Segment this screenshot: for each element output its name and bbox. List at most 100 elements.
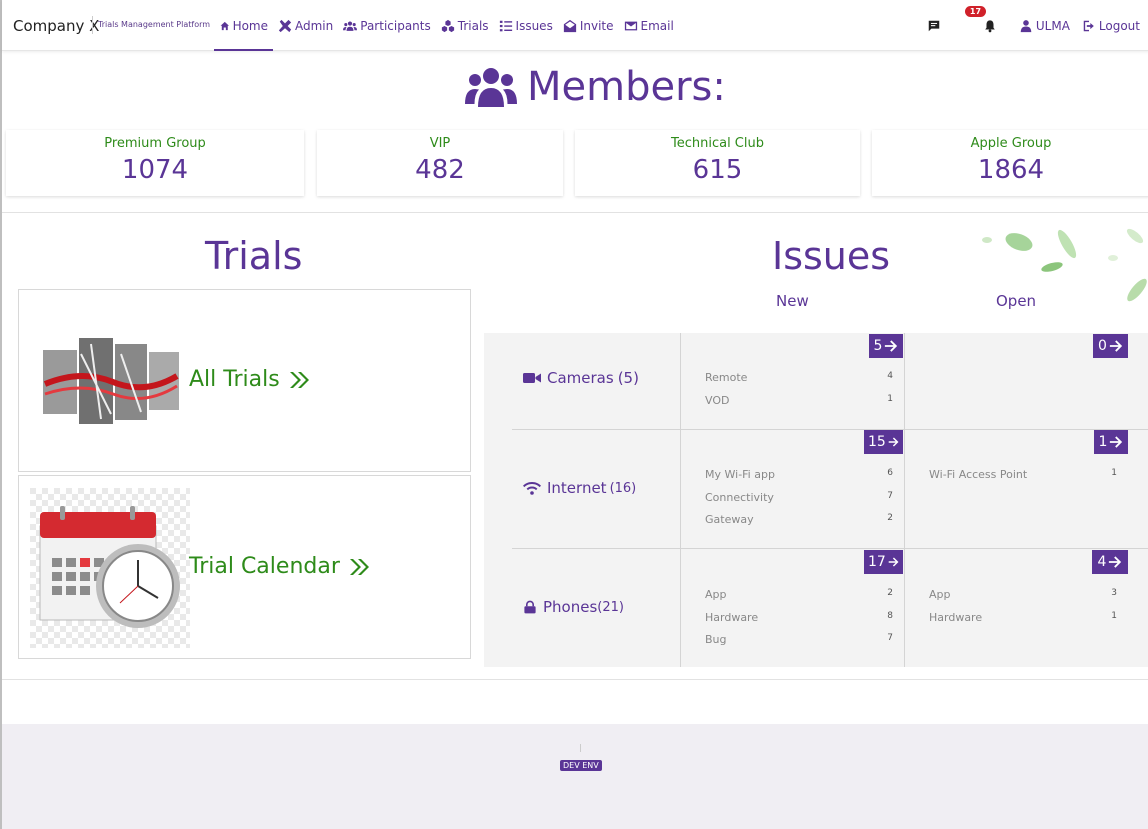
brand-name[interactable]: Company X <box>13 17 99 35</box>
notifications-badge: 17 <box>964 5 987 17</box>
all-trials-link[interactable]: All Trials <box>189 367 310 392</box>
issue-label: Bug <box>705 633 727 646</box>
main-nav: Home Admin Participants Trials Issues In… <box>214 0 679 51</box>
trial-calendar-card[interactable]: Trial Calendar <box>18 475 471 659</box>
environment-badge: DEV ENV <box>560 760 602 771</box>
row-divider <box>512 429 1148 430</box>
issue-label: My Wi-Fi app <box>705 468 775 481</box>
open-issues-button[interactable]: 0 <box>1093 334 1128 358</box>
member-card-label: VIP <box>429 136 451 151</box>
messages-button[interactable] <box>927 19 941 33</box>
category-internet[interactable]: Internet (16) <box>522 479 636 497</box>
video-camera-icon <box>523 373 541 383</box>
member-card-label: Apple Group <box>970 136 1052 151</box>
all-trials-card[interactable]: All Trials <box>18 289 471 472</box>
issue-row[interactable]: Gateway 2 <box>705 513 893 536</box>
issues-heading: Issues <box>772 234 891 278</box>
nav-issues-label: Issues <box>515 18 553 33</box>
new-issues-button[interactable]: 17 <box>864 550 903 574</box>
all-trials-label: All Trials <box>189 367 280 392</box>
member-card-value: 615 <box>692 155 743 185</box>
issue-row[interactable]: Wi-Fi Access Point 1 <box>929 468 1117 491</box>
issue-row[interactable]: VOD 1 <box>705 394 893 417</box>
open-issues-button[interactable]: 4 <box>1092 550 1128 574</box>
home-icon <box>220 21 229 30</box>
nav-admin[interactable]: Admin <box>273 0 338 51</box>
issue-row[interactable]: App 3 <box>929 588 1117 611</box>
new-issues-button[interactable]: 5 <box>869 334 903 358</box>
member-card-label: Premium Group <box>104 136 206 151</box>
member-card-technical[interactable]: Technical Club 615 <box>575 130 860 196</box>
issue-count: 1 <box>887 393 893 404</box>
user-icon <box>1020 19 1032 32</box>
issue-count: 2 <box>887 513 893 523</box>
member-card-vip[interactable]: VIP 482 <box>317 130 563 196</box>
category-count: (16) <box>609 480 637 496</box>
issue-row[interactable]: Bug 7 <box>705 633 893 656</box>
nav-trials[interactable]: Trials <box>436 0 494 51</box>
brand-subtitle: Trials Management Platform <box>98 20 211 29</box>
open-total: 1 <box>1098 434 1108 450</box>
arrow-right-icon <box>885 340 898 352</box>
member-card-value: 1864 <box>977 155 1045 185</box>
issue-label: Hardware <box>929 610 983 624</box>
issues-panel: Cameras (5) 5 0 Remote 4 VOD 1 Internet (1… <box>484 333 1148 667</box>
issue-row[interactable]: Connectivity 7 <box>705 491 893 514</box>
nav-participants[interactable]: Participants <box>338 0 436 51</box>
members-title: Members: <box>527 64 726 110</box>
category-name: Phones <box>543 598 598 616</box>
logout-button[interactable]: Logout <box>1082 19 1140 33</box>
issue-row[interactable]: App 2 <box>705 588 893 611</box>
issue-count: 4 <box>887 371 893 381</box>
open-issues-button[interactable]: 1 <box>1094 430 1128 454</box>
double-chevron-right-icon <box>349 558 369 575</box>
issue-label: VOD <box>705 393 730 407</box>
issue-row[interactable]: Remote 4 <box>705 371 893 394</box>
brand-divider <box>92 16 93 34</box>
top-navbar: Company X Trials Management Platform Hom… <box>2 0 1148 51</box>
nav-email[interactable]: Email <box>619 0 679 51</box>
issue-label: Wi-Fi Access Point <box>929 468 1028 481</box>
nav-trials-label: Trials <box>457 18 489 33</box>
footer: DEV ENV <box>2 724 1148 829</box>
open-total: 0 <box>1098 338 1107 354</box>
nav-admin-label: Admin <box>295 18 334 33</box>
nav-invite[interactable]: Invite <box>558 0 619 51</box>
issue-row[interactable]: My Wi-Fi app 6 <box>705 468 893 491</box>
tools-icon <box>278 19 292 32</box>
new-issues-button[interactable]: 15 <box>864 430 903 454</box>
row-divider <box>512 548 1148 549</box>
trials-heading: Trials <box>205 234 303 278</box>
nav-email-label: Email <box>640 18 674 33</box>
issue-label: App <box>705 588 727 601</box>
open-total: 4 <box>1097 554 1107 570</box>
issue-count: 7 <box>887 490 893 501</box>
open-issues-list: App 3 Hardware 1 <box>929 588 1117 633</box>
logout-label: Logout <box>1098 18 1140 33</box>
logout-icon <box>1083 20 1094 31</box>
column-divider <box>904 333 905 667</box>
notifications-button[interactable]: 17 <box>964 5 997 33</box>
category-count: (21) <box>597 599 624 615</box>
nav-participants-label: Participants <box>360 18 431 33</box>
issue-count: 2 <box>887 588 893 598</box>
nav-home[interactable]: Home <box>214 0 273 51</box>
issue-label: Gateway <box>705 513 754 526</box>
user-name: ULMA <box>1035 18 1070 33</box>
member-card-apple[interactable]: Apple Group 1864 <box>872 130 1148 196</box>
issue-row[interactable]: Hardware 1 <box>929 611 1117 634</box>
issue-label: Connectivity <box>705 490 774 504</box>
open-issues-list: Wi-Fi Access Point 1 <box>929 468 1117 491</box>
trial-calendar-link[interactable]: Trial Calendar <box>189 554 370 579</box>
category-cameras[interactable]: Cameras (5) <box>522 369 639 387</box>
issue-label: Remote <box>705 371 748 384</box>
category-phones[interactable]: Phones (21) <box>522 598 624 616</box>
issue-count: 1 <box>1111 468 1117 478</box>
member-card-premium[interactable]: Premium Group 1074 <box>6 130 304 196</box>
user-menu[interactable]: ULMA <box>1019 19 1070 33</box>
new-issues-list: App 2 Hardware 8 Bug 7 <box>705 588 893 656</box>
issue-count: 7 <box>887 633 893 643</box>
issue-row[interactable]: Hardware 8 <box>705 611 893 634</box>
category-count: (5) <box>617 369 639 387</box>
nav-issues[interactable]: Issues <box>494 0 558 51</box>
